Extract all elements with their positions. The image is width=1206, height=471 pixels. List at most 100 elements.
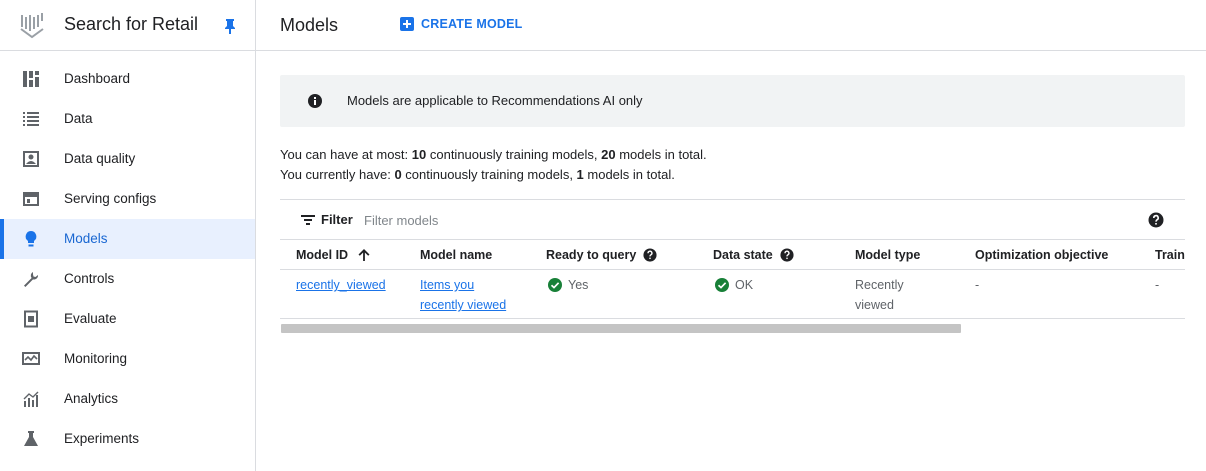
sidebar-item-data[interactable]: Data xyxy=(0,99,255,139)
top-bar: Models CREATE MODEL xyxy=(256,0,1206,51)
sidebar-item-label: Data quality xyxy=(64,151,136,166)
sidebar-item-monitoring[interactable]: Monitoring xyxy=(0,339,255,379)
sidebar-item-controls[interactable]: Controls xyxy=(0,259,255,299)
sidebar-item-label: Experiments xyxy=(64,431,140,446)
cell-model-type: Recently viewed xyxy=(855,275,904,315)
sidebar-item-serving-configs[interactable]: Serving configs xyxy=(0,179,255,219)
sort-arrow-up-icon[interactable] xyxy=(357,248,371,262)
models-table: Model ID Model name Ready to query Data … xyxy=(280,240,1185,320)
check-circle-icon xyxy=(548,278,562,292)
help-icon[interactable] xyxy=(1148,212,1164,228)
column-label: Ready to query xyxy=(546,248,637,262)
model-type-line: Recently xyxy=(855,278,904,292)
table-row[interactable]: recently_viewed Items you recently viewed… xyxy=(280,271,1185,319)
limits-line-current: You currently have: 0 continuously train… xyxy=(280,165,707,185)
model-name-line: Items you xyxy=(420,278,475,292)
cell-model-id: recently_viewed xyxy=(296,275,386,295)
sidebar-item-evaluate[interactable]: Evaluate xyxy=(0,299,255,339)
objective-value: - xyxy=(975,278,980,292)
sidebar-item-label: Controls xyxy=(64,271,115,286)
retail-logo-icon xyxy=(20,13,44,39)
sidebar-item-analytics[interactable]: Analytics xyxy=(0,379,255,419)
model-type-line: viewed xyxy=(855,298,894,312)
cell-training: - xyxy=(1155,275,1159,295)
sidebar-item-label: Data xyxy=(64,111,93,126)
banner-text: Models are applicable to Recommendations… xyxy=(347,93,643,108)
sidebar-item-dashboard[interactable]: Dashboard xyxy=(0,59,255,99)
filter-input[interactable] xyxy=(360,208,760,232)
app-title: Search for Retail xyxy=(64,14,199,34)
cell-model-name: Items you recently viewed xyxy=(420,275,506,315)
column-label: Model name xyxy=(420,248,493,262)
cell-data-state: OK xyxy=(715,275,753,298)
column-header-model-id[interactable]: Model ID xyxy=(296,248,371,262)
limits-text: models in total. xyxy=(615,147,707,162)
sidebar-item-data-quality[interactable]: Data quality xyxy=(0,139,255,179)
column-label: Traini xyxy=(1155,248,1185,262)
limits-text: You can have at most: xyxy=(280,147,412,162)
help-icon[interactable] xyxy=(780,248,794,262)
sidebar-header: Search for Retail xyxy=(0,0,255,51)
model-limits: You can have at most: 10 continuously tr… xyxy=(280,145,707,185)
filter-bar: Filter xyxy=(280,199,1185,240)
limits-line-max: You can have at most: 10 continuously tr… xyxy=(280,145,707,165)
sidebar-item-label: Models xyxy=(64,231,108,246)
column-label: Model type xyxy=(855,248,921,262)
filter-label: Filter xyxy=(321,212,353,227)
column-header-training[interactable]: Traini xyxy=(1155,248,1185,262)
page-title: Models xyxy=(280,15,339,35)
ready-value: Yes xyxy=(568,278,589,292)
current-continuous-count: 0 xyxy=(394,167,402,182)
current-total-count: 1 xyxy=(576,167,584,182)
dashboard-icon xyxy=(23,71,39,87)
evaluate-icon xyxy=(24,310,38,328)
info-banner: Models are applicable to Recommendations… xyxy=(280,75,1185,127)
column-header-model-type[interactable]: Model type xyxy=(855,248,920,262)
column-label: Data state xyxy=(713,248,773,262)
max-total-count: 20 xyxy=(601,147,616,162)
flask-icon xyxy=(24,431,38,446)
model-name-link[interactable]: Items you recently viewed xyxy=(420,278,506,312)
info-icon xyxy=(308,94,322,108)
serving-configs-icon xyxy=(23,192,39,206)
sidebar-item-label: Analytics xyxy=(64,391,119,406)
column-header-model-name[interactable]: Model name xyxy=(420,248,492,262)
limits-text: You currently have: xyxy=(280,167,395,182)
column-label: Model ID xyxy=(296,248,349,262)
limits-text: models in total. xyxy=(583,167,675,182)
ready-status: Yes xyxy=(548,275,588,295)
data-state-value: OK xyxy=(735,278,754,292)
column-header-optimization-objective[interactable]: Optimization objective xyxy=(975,248,1108,262)
model-id-link[interactable]: recently_viewed xyxy=(296,278,386,292)
horizontal-scrollbar[interactable] xyxy=(281,324,961,333)
filter-icon[interactable] xyxy=(301,215,315,225)
pin-icon[interactable] xyxy=(223,18,237,34)
check-circle-icon xyxy=(715,278,729,292)
max-continuous-count: 10 xyxy=(411,147,427,162)
sidebar-item-label: Monitoring xyxy=(64,351,128,366)
analytics-icon xyxy=(23,391,39,407)
column-header-ready-to-query[interactable]: Ready to query xyxy=(546,248,657,262)
cell-ready-to-query: Yes xyxy=(548,275,588,298)
data-quality-icon xyxy=(23,151,39,167)
sidebar-item-label: Serving configs xyxy=(64,191,157,206)
create-model-label: CREATE MODEL xyxy=(421,17,523,31)
help-icon[interactable] xyxy=(643,248,657,262)
sidebar-item-experiments[interactable]: Experiments xyxy=(0,419,255,459)
cell-optimization-objective: - xyxy=(975,275,979,295)
sidebar-nav: Dashboard Data Data quality Serving conf… xyxy=(0,59,255,459)
table-header: Model ID Model name Ready to query Data … xyxy=(280,240,1185,270)
list-icon xyxy=(23,112,39,126)
column-label: Optimization objective xyxy=(975,248,1109,262)
monitoring-icon xyxy=(22,352,40,365)
model-name-line: recently viewed xyxy=(420,298,507,312)
sidebar-item-label: Evaluate xyxy=(64,311,117,326)
limits-text: continuously training models, xyxy=(401,167,577,182)
data-state-status: OK xyxy=(715,275,753,295)
create-model-button[interactable]: CREATE MODEL xyxy=(400,17,522,31)
column-header-data-state[interactable]: Data state xyxy=(713,248,794,262)
sidebar-item-models[interactable]: Models xyxy=(0,219,255,259)
add-box-icon xyxy=(400,17,414,31)
sidebar-item-label: Dashboard xyxy=(64,71,131,86)
sidebar: Search for Retail Dashboard Data Data qu… xyxy=(0,0,256,471)
